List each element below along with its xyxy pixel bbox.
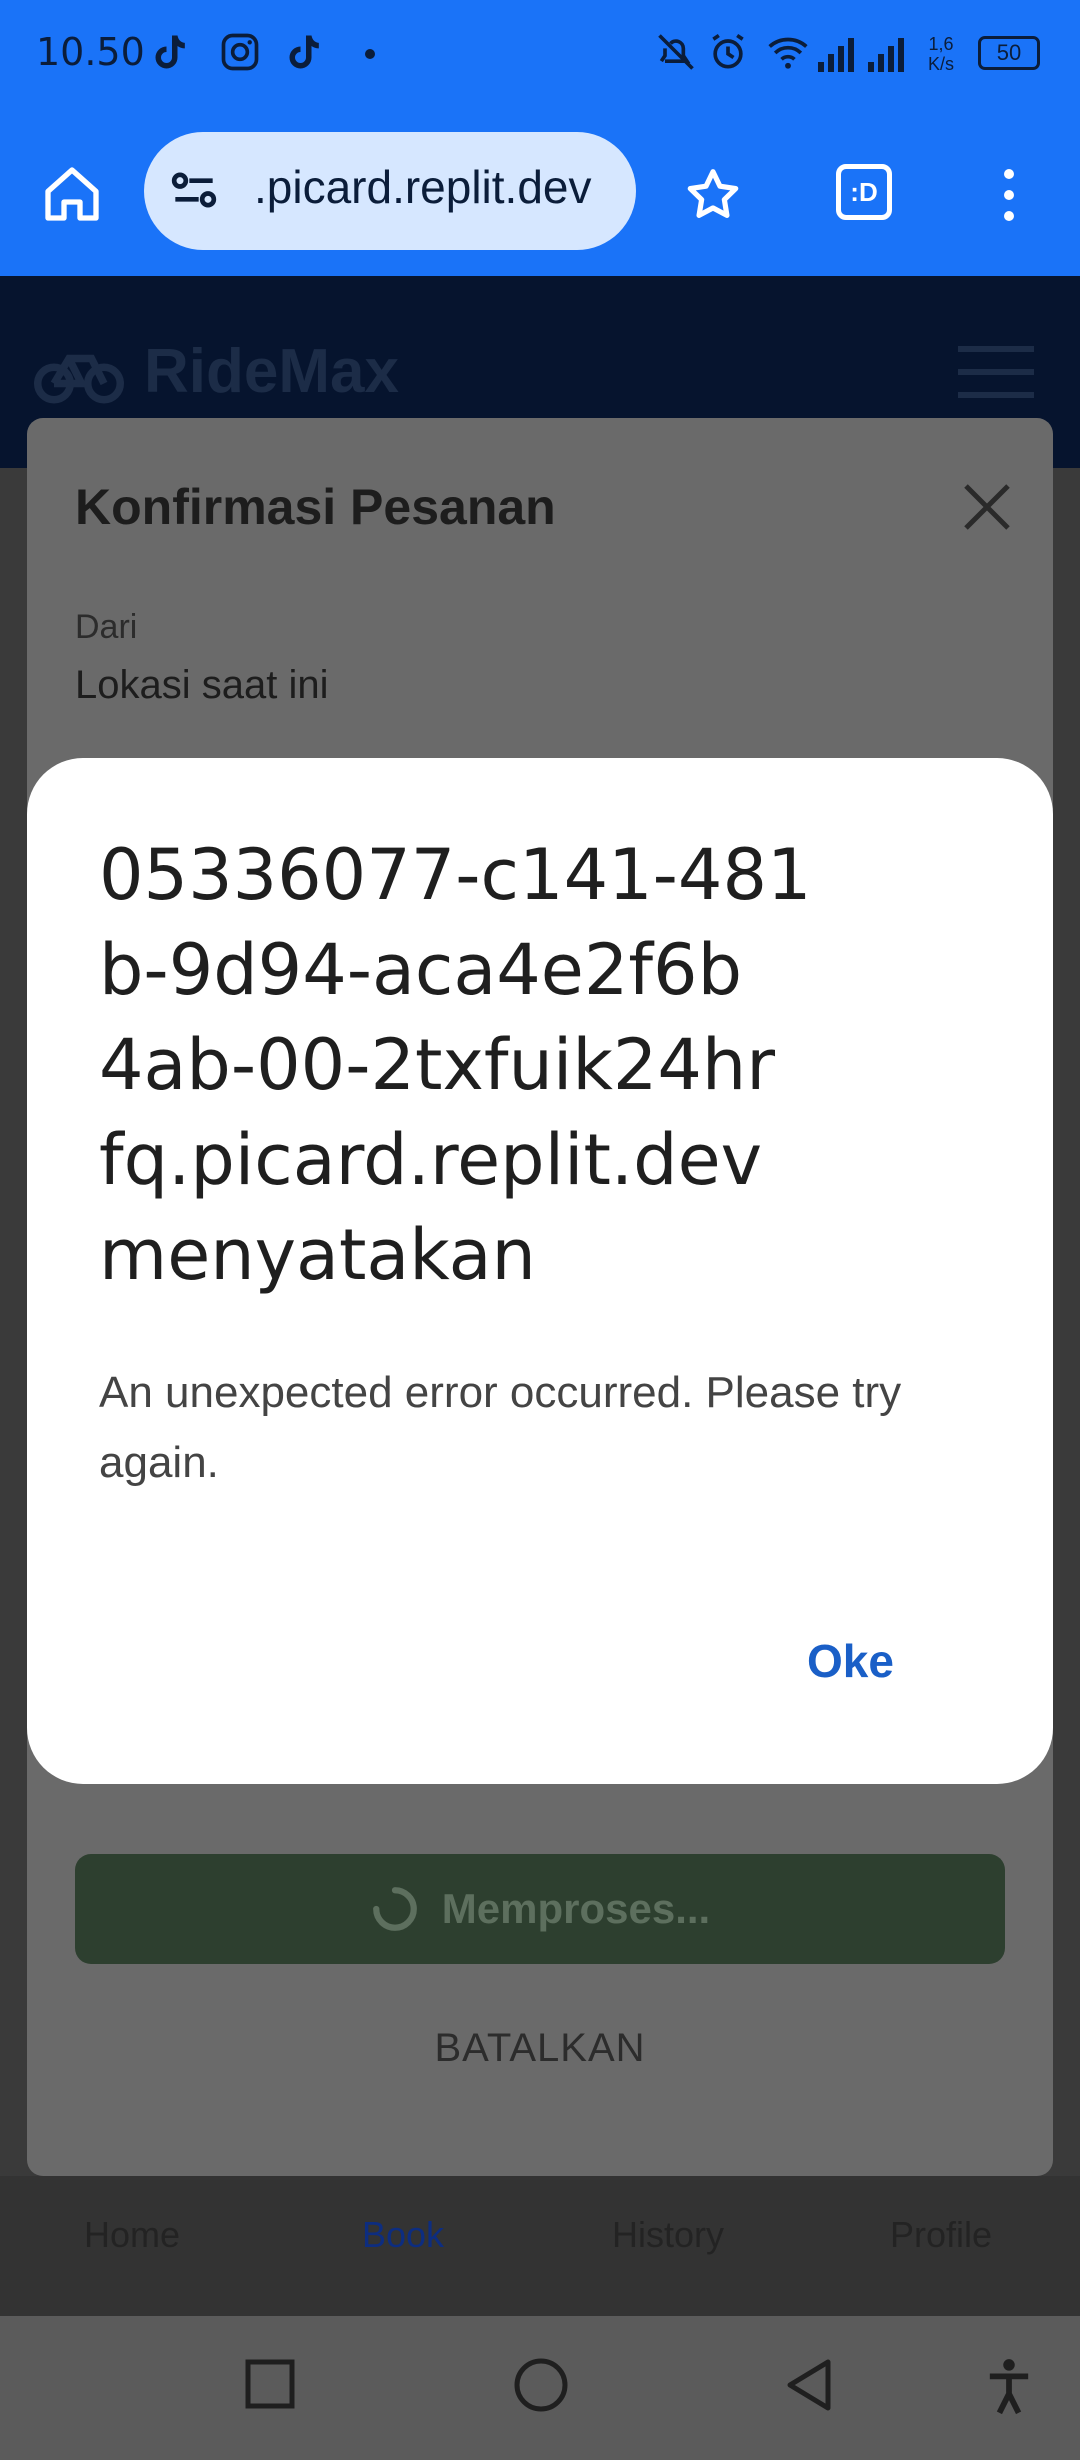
wifi-icon [768, 37, 808, 69]
ok-button[interactable]: Oke [807, 1634, 894, 1688]
signal-icon [868, 38, 904, 72]
address-bar[interactable]: .picard.replit.dev [144, 132, 636, 250]
brand-name[interactable]: RideMax [144, 336, 399, 407]
home-icon[interactable] [40, 162, 104, 226]
nav-profile[interactable]: Profile [890, 2214, 992, 2256]
star-icon[interactable] [682, 164, 744, 226]
close-icon[interactable] [962, 482, 1012, 532]
bell-off-icon [658, 34, 694, 70]
tab-switcher-icon[interactable]: :D [836, 164, 892, 220]
dialog-title: 05336077-c141-481 b-9d94-aca4e2f6b 4ab-0… [99, 834, 812, 1296]
browser-toolbar: .picard.replit.dev :D [0, 110, 1080, 276]
battery-indicator: 50 [978, 36, 1040, 70]
from-label: Dari [75, 608, 138, 646]
spinner-icon [372, 1887, 417, 1931]
more-vert-icon[interactable] [994, 164, 1024, 226]
nav-home[interactable]: Home [84, 2214, 180, 2256]
nav-history[interactable]: History [612, 2214, 724, 2256]
network-speed: 1,6 K/s [928, 34, 955, 74]
bike-logo-icon [34, 354, 124, 404]
status-time: 10.50 [36, 30, 145, 74]
tiktok-icon [289, 35, 319, 69]
sheet-title: Konfirmasi Pesanan [75, 479, 556, 535]
alert-dialog: 05336077-c141-481 b-9d94-aca4e2f6b 4ab-0… [27, 758, 1053, 1784]
back-icon[interactable] [782, 2356, 836, 2414]
from-value: Lokasi saat ini [75, 663, 329, 707]
processing-label: Memproses... [441, 1885, 711, 1932]
bottom-nav: Home Book History Profile [0, 2176, 1080, 2316]
processing-button[interactable]: Memproses... [75, 1854, 1005, 1964]
alarm-icon [712, 33, 744, 69]
nav-book[interactable]: Book [362, 2214, 444, 2256]
signal-icon [818, 38, 854, 72]
more-notifications-dot-icon [365, 49, 375, 59]
accessibility-icon[interactable] [986, 2356, 1032, 2416]
instagram-icon [221, 33, 259, 71]
recents-icon[interactable] [244, 2358, 296, 2410]
home-circle-icon[interactable] [512, 2356, 570, 2414]
system-navigation-bar [0, 2316, 1080, 2460]
status-bar: 10.50 1,6 K/s 50 [0, 0, 1080, 110]
cancel-button[interactable]: BATALKAN [27, 2026, 1053, 2071]
url-text[interactable]: .picard.replit.dev [254, 160, 592, 214]
menu-icon[interactable] [958, 342, 1034, 402]
dialog-message: An unexpected error occurred. Please try… [99, 1368, 902, 1487]
tiktok-icon [155, 35, 185, 69]
site-settings-icon[interactable] [166, 162, 222, 218]
